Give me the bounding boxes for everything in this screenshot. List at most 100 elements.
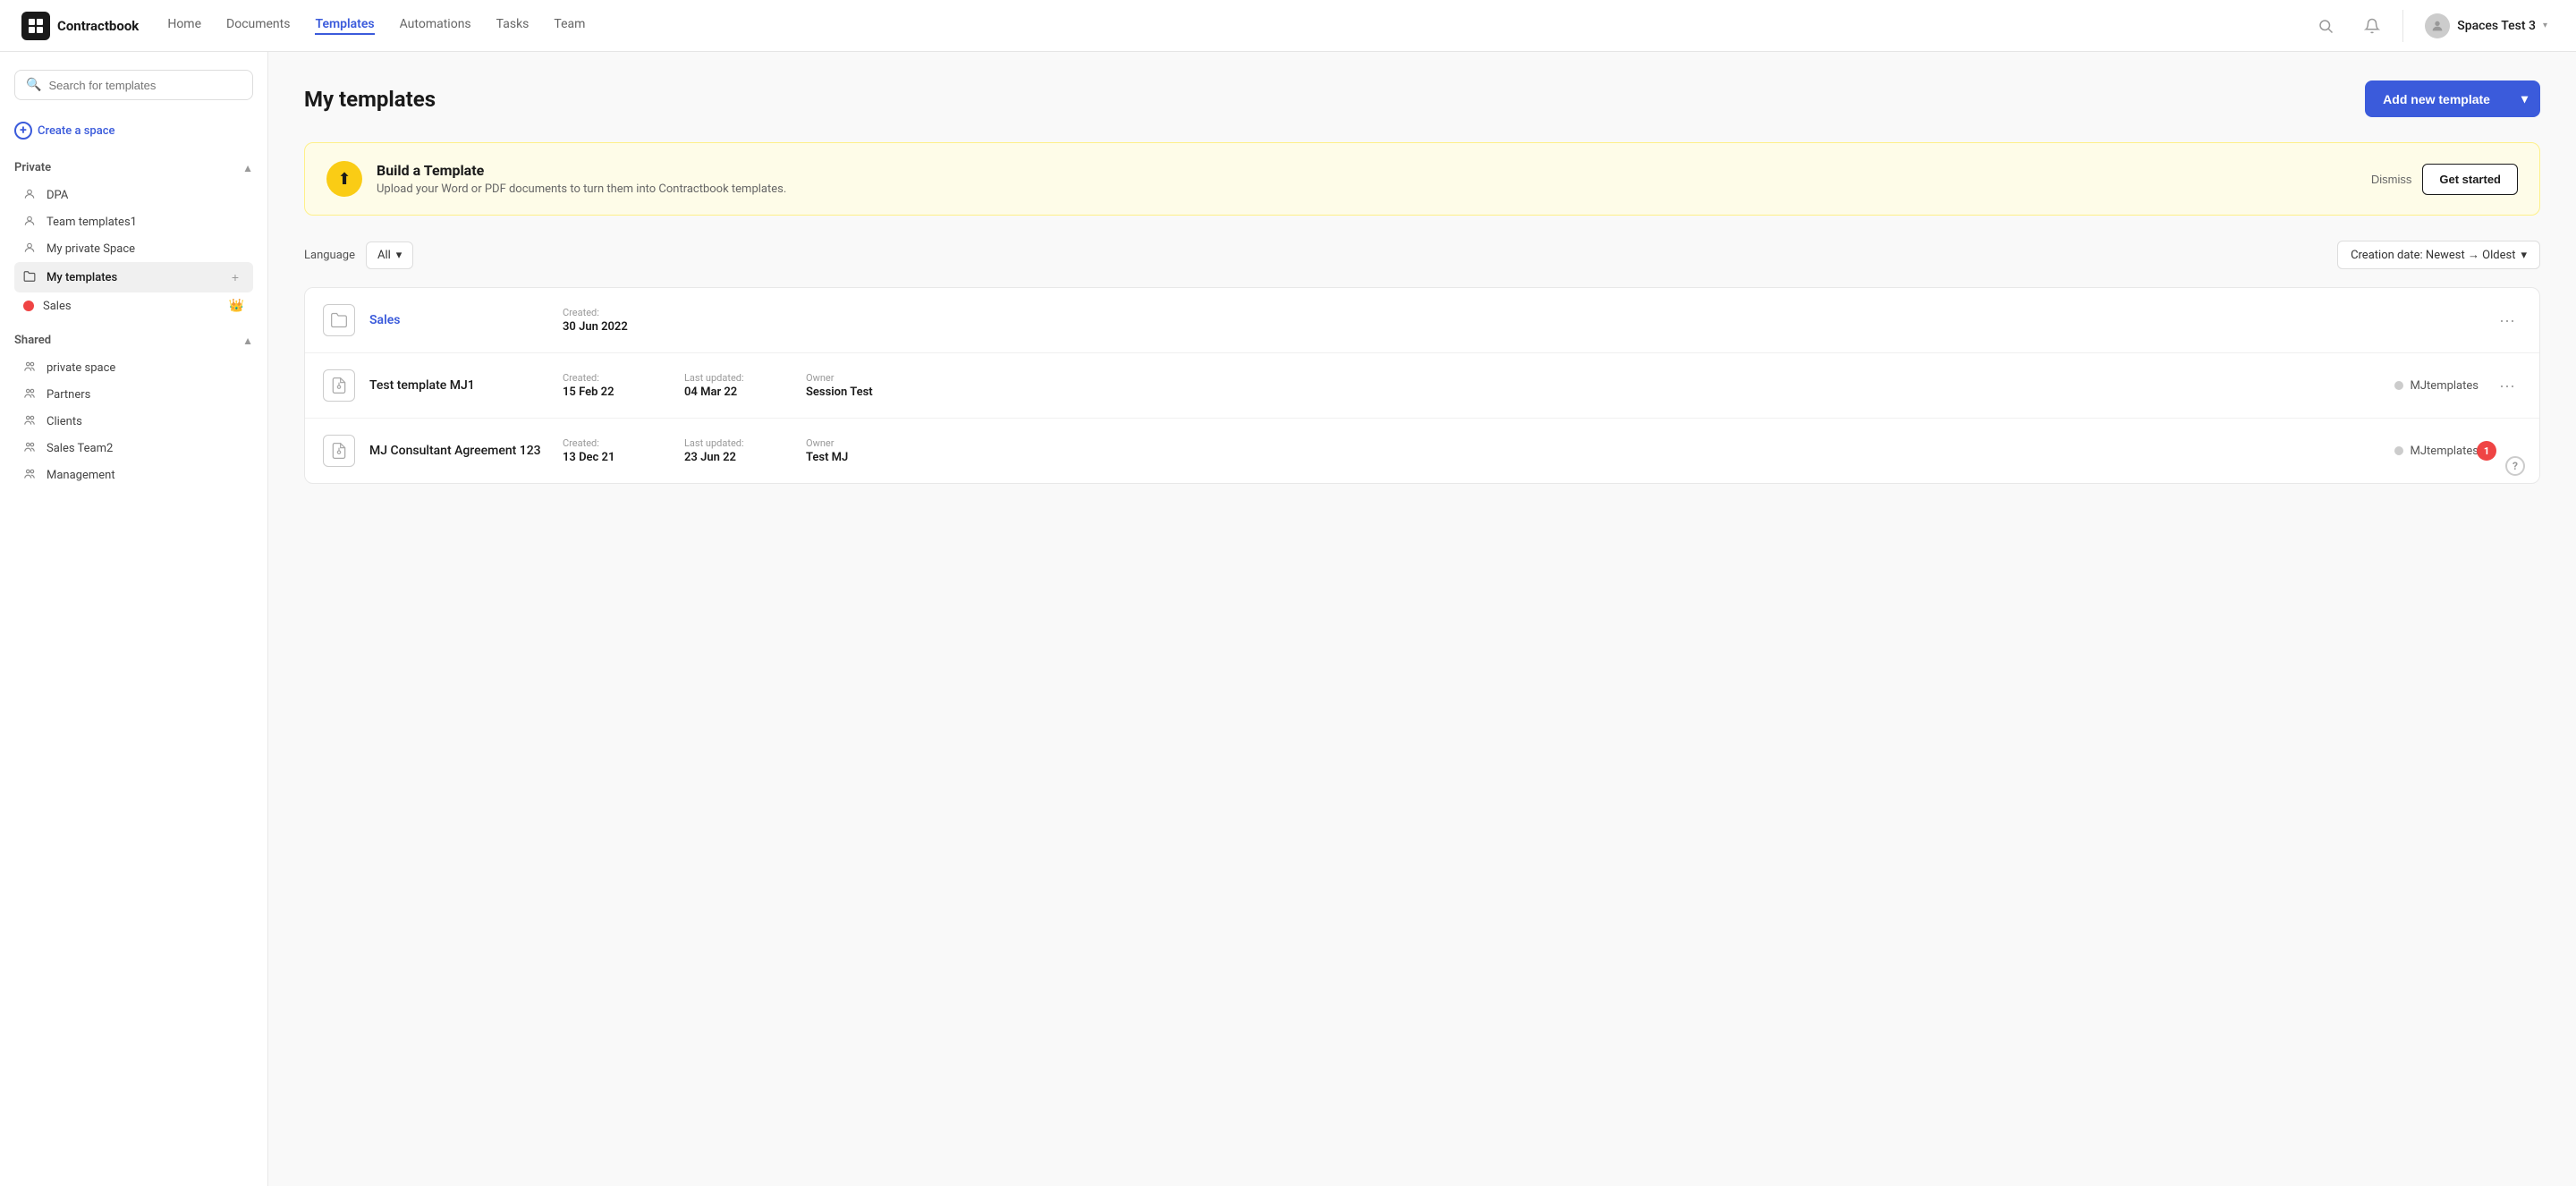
updated-date: 23 Jun 22 xyxy=(684,451,792,464)
user-section[interactable]: Spaces Test 3 ▾ xyxy=(2418,13,2555,38)
created-label: Created: xyxy=(563,372,670,384)
updated-label: Last updated: xyxy=(684,372,792,384)
private-collapse-button[interactable]: ▲ xyxy=(242,162,253,174)
table-row: Test template MJ1 Created: 15 Feb 22 Las… xyxy=(305,353,2539,419)
search-button[interactable] xyxy=(2309,10,2342,42)
sidebar-item-private-space[interactable]: private space xyxy=(14,354,253,381)
doc-icon xyxy=(323,369,355,402)
nav-links: Home Documents Templates Automations Tas… xyxy=(167,17,2309,35)
sidebar-item-team-templates1[interactable]: Team templates1 xyxy=(14,208,253,235)
updated-date: 04 Mar 22 xyxy=(684,385,792,399)
template-meta-created: Created: 15 Feb 22 xyxy=(563,372,670,399)
page-title: My templates xyxy=(304,87,436,112)
sidebar-item-sales-team2[interactable]: Sales Team2 xyxy=(14,435,253,462)
created-label: Created: xyxy=(563,437,670,449)
space-name: MJtemplates xyxy=(2411,379,2479,393)
nav-team[interactable]: Team xyxy=(554,17,585,35)
nav-automations[interactable]: Automations xyxy=(400,17,471,35)
more-options-button[interactable]: ··· xyxy=(2493,371,2521,400)
sidebar-item-label: Sales Team2 xyxy=(47,442,244,455)
created-label: Created: xyxy=(563,307,670,318)
template-name[interactable]: Test template MJ1 xyxy=(369,378,548,393)
sidebar-item-clients[interactable]: Clients xyxy=(14,408,253,435)
sidebar-item-label: My templates xyxy=(47,271,217,284)
sidebar-item-label: My private Space xyxy=(47,242,244,256)
logo[interactable]: Contractbook xyxy=(21,12,139,40)
table-row: Sales Created: 30 Jun 2022 ··· xyxy=(305,288,2539,353)
help-icon[interactable]: ? xyxy=(2505,456,2525,476)
nav-divider xyxy=(2402,10,2403,42)
created-date: 13 Dec 21 xyxy=(563,451,670,464)
sidebar-item-management[interactable]: Management xyxy=(14,462,253,488)
sidebar-item-label: Sales xyxy=(43,300,220,313)
add-new-template-button[interactable]: Add new template ▾ xyxy=(2365,80,2540,117)
language-filter-label: Language xyxy=(304,249,355,262)
sidebar-item-label: Team templates1 xyxy=(47,216,244,229)
users-icon xyxy=(23,387,38,402)
more-options-button[interactable]: ··· xyxy=(2493,306,2521,335)
template-meta-owner: Owner Session Test xyxy=(806,372,913,399)
nav-tasks[interactable]: Tasks xyxy=(496,17,530,35)
doc-icon xyxy=(323,435,355,467)
dot-red-icon xyxy=(23,301,34,311)
sidebar-item-dpa[interactable]: DPA xyxy=(14,182,253,208)
user-icon xyxy=(23,188,38,202)
nav-templates[interactable]: Templates xyxy=(315,17,374,35)
create-space-button[interactable]: + Create a space xyxy=(14,118,253,143)
item-actions: 👑 xyxy=(229,299,244,313)
updated-label: Last updated: xyxy=(684,437,792,449)
search-box[interactable]: 🔍 xyxy=(14,70,253,100)
template-meta-created: Created: 13 Dec 21 xyxy=(563,437,670,464)
user-icon xyxy=(23,215,38,229)
sidebar-item-sales[interactable]: Sales 👑 xyxy=(14,292,253,319)
nav-home[interactable]: Home xyxy=(167,17,201,35)
private-section-title: Private xyxy=(14,161,51,174)
created-date: 30 Jun 2022 xyxy=(563,320,670,334)
add-template-button[interactable]: + xyxy=(226,268,244,286)
template-name[interactable]: Sales xyxy=(369,313,548,327)
sidebar-item-partners[interactable]: Partners xyxy=(14,381,253,408)
banner-icon: ⬆ xyxy=(326,161,362,197)
user-icon xyxy=(23,241,38,256)
search-icon: 🔍 xyxy=(26,78,41,92)
sort-select[interactable]: Creation date: Newest → Oldest ▾ xyxy=(2337,241,2540,269)
folder-icon xyxy=(23,270,38,284)
notification-badge: 1 xyxy=(2477,441,2496,461)
shared-collapse-button[interactable]: ▲ xyxy=(242,335,253,347)
search-input[interactable] xyxy=(48,79,242,92)
notifications-button[interactable] xyxy=(2356,10,2388,42)
banner-subtitle: Upload your Word or PDF documents to tur… xyxy=(377,182,2357,196)
owner-name: Test MJ xyxy=(806,451,913,464)
sidebar-item-label: Partners xyxy=(47,388,244,402)
owner-label: Owner xyxy=(806,372,913,384)
sidebar-item-label: DPA xyxy=(47,189,244,202)
shared-section-title: Shared xyxy=(14,334,51,347)
owner-name: Session Test xyxy=(806,385,913,399)
template-list: Sales Created: 30 Jun 2022 ··· Test temp… xyxy=(304,287,2540,484)
template-space: MJtemplates xyxy=(2394,379,2479,393)
template-name[interactable]: MJ Consultant Agreement 123 xyxy=(369,444,548,458)
owner-label: Owner xyxy=(806,437,913,449)
folder-icon xyxy=(323,304,355,336)
dismiss-button[interactable]: Dismiss xyxy=(2371,173,2412,186)
shared-section: Shared ▲ private space Partners Client xyxy=(14,334,253,488)
logo-icon xyxy=(21,12,50,40)
sidebar-item-label: private space xyxy=(47,361,244,375)
nav-documents[interactable]: Documents xyxy=(226,17,290,35)
table-row: MJ Consultant Agreement 123 Created: 13 … xyxy=(305,419,2539,483)
chevron-down-icon: ▾ xyxy=(2521,249,2527,262)
item-actions: + xyxy=(226,268,244,286)
avatar xyxy=(2425,13,2450,38)
sort-label: Creation date: Newest → Oldest xyxy=(2351,248,2515,262)
build-template-banner: ⬆ Build a Template Upload your Word or P… xyxy=(304,142,2540,216)
sidebar: 🔍 + Create a space Private ▲ DPA xyxy=(0,52,268,1186)
language-filter-select[interactable]: All ▾ xyxy=(366,241,413,269)
logo-text: Contractbook xyxy=(57,18,139,34)
sidebar-item-my-private-space[interactable]: My private Space xyxy=(14,235,253,262)
sidebar-item-my-templates[interactable]: My templates + xyxy=(14,262,253,292)
template-meta-updated: Last updated: 04 Mar 22 xyxy=(684,372,792,399)
get-started-button[interactable]: Get started xyxy=(2422,164,2518,195)
create-space-label: Create a space xyxy=(38,124,114,138)
space-name: MJtemplates xyxy=(2411,445,2479,458)
topnav: Contractbook Home Documents Templates Au… xyxy=(0,0,2576,52)
